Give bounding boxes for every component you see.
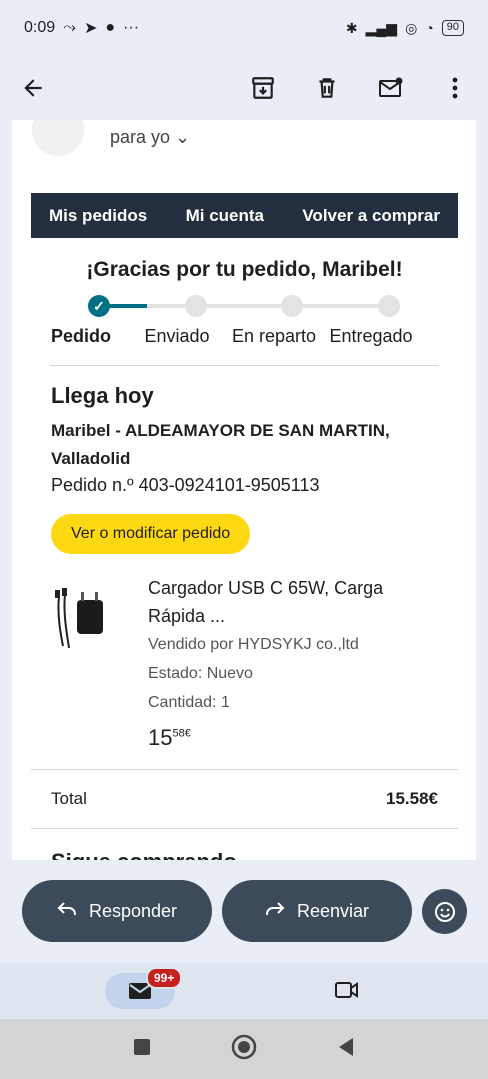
nav-buy-again[interactable]: Volver a comprar (302, 206, 440, 226)
app-bar (0, 56, 488, 120)
recipient-label[interactable]: para yo ⌄ (110, 127, 190, 148)
item-title-line-1: Cargador USB C 65W, Carga (148, 578, 384, 598)
arrival-section: Llega hoy Maribel - ALDEAMAYOR DE SAN MA… (31, 383, 458, 554)
forward-icon (265, 901, 285, 922)
item-price: 1558€ (148, 725, 438, 751)
reply-icon (57, 901, 77, 922)
emoji-reaction-icon[interactable] (422, 889, 467, 934)
step-label-shipped: Enviado (144, 326, 210, 346)
price-fraction: 58€ (172, 727, 191, 740)
video-camera-icon (335, 982, 358, 998)
step-label-delivered: Entregado (329, 326, 413, 346)
missed-call-icon: ⤳ (63, 19, 76, 36)
system-back-icon[interactable] (337, 1037, 355, 1062)
more-notifications-icon: ··· (123, 19, 140, 36)
divider (50, 365, 439, 366)
total-value: 15.58€ (386, 789, 438, 808)
order-progress: ✓ (31, 294, 458, 318)
nav-my-account[interactable]: Mi cuenta (186, 206, 264, 226)
amazon-nav-bar: Mis pedidos Mi cuenta Volver a comprar (31, 193, 458, 238)
delete-icon[interactable] (314, 75, 340, 101)
meet-tab[interactable] (334, 980, 360, 1005)
step-label-out-for-delivery: En reparto (231, 326, 317, 346)
reply-bar: Responder Reenviar (0, 860, 488, 963)
archive-icon[interactable] (250, 75, 276, 101)
nav-my-orders[interactable]: Mis pedidos (49, 206, 147, 226)
total-label: Total (51, 789, 87, 808)
product-image[interactable] (51, 586, 111, 666)
progress-steps: Pedido Enviado En reparto Entregado (31, 326, 458, 347)
signal-icon: ▂▄▆ (365, 19, 398, 36)
item-condition: Estado: Nuevo (148, 665, 253, 682)
email-body: para yo ⌄ Mis pedidos Mi cuenta Volver a… (12, 120, 476, 860)
navigation-arrow-icon: ➤ (83, 20, 98, 37)
shipping-address: Maribel - ALDEAMAYOR DE SAN MARTIN, Vall… (51, 417, 438, 473)
sender-row: para yo ⌄ (32, 120, 190, 156)
arrival-heading: Llega hoy (51, 383, 154, 408)
item-title-line-2: Rápida ... (148, 606, 226, 626)
wifi-icon: ◔ (425, 20, 434, 36)
total-row: Total 15.58€ (31, 769, 458, 829)
facebook-icon: ● (105, 19, 116, 36)
home-icon[interactable] (231, 1034, 257, 1065)
forward-button[interactable]: Reenviar (222, 880, 412, 942)
item-title[interactable]: Cargador USB C 65W, Carga Rápida ... (148, 574, 438, 630)
status-time: 0:09 (24, 19, 56, 36)
more-options-icon[interactable] (442, 75, 468, 101)
item-info: Cargador USB C 65W, Carga Rápida ... Ven… (148, 574, 438, 751)
mark-unread-icon[interactable] (378, 75, 404, 101)
step-check-icon: ✓ (88, 295, 110, 317)
hotspot-icon: ◎ (405, 19, 418, 36)
system-navigation (0, 1019, 488, 1079)
item-quantity: Cantidad: 1 (148, 694, 230, 711)
sender-avatar[interactable] (32, 120, 84, 156)
bluetooth-icon: ✱ (345, 19, 358, 36)
step-dot-shipped (185, 295, 207, 317)
unread-badge: 99+ (146, 967, 183, 989)
back-arrow-icon[interactable] (20, 75, 46, 101)
bottom-navigation: 99+ (0, 963, 488, 1019)
address-line-2: Valladolid (51, 449, 131, 468)
recipient-text: para yo (110, 126, 171, 147)
forward-label: Reenviar (296, 900, 370, 921)
step-label-ordered: Pedido (50, 326, 111, 346)
reply-label: Responder (88, 900, 178, 921)
battery-indicator: 90 (441, 20, 464, 36)
order-number: Pedido n.º 403-0924101-9505113 (51, 475, 320, 495)
reply-button[interactable]: Responder (22, 880, 212, 942)
step-dot-delivery (281, 295, 303, 317)
order-email-card: Mis pedidos Mi cuenta Volver a comprar ¡… (31, 193, 458, 860)
order-item: Cargador USB C 65W, Carga Rápida ... Ven… (31, 574, 458, 751)
item-seller: Vendido por HYDSYKJ co.,ltd (148, 636, 359, 653)
keep-shopping-heading: Sigue comprando (31, 849, 458, 860)
step-dot-delivered (378, 295, 400, 317)
thanks-heading: ¡Gracias por tu pedido, Maribel! (86, 258, 403, 281)
status-bar: 0:09 ⤳ ➤ ● ··· ✱ ▂▄▆ ◎ ◔ 90 (0, 0, 488, 56)
recent-apps-icon[interactable] (133, 1038, 151, 1061)
view-modify-order-button[interactable]: Ver o modificar pedido (51, 514, 251, 554)
price-whole: 15 (148, 725, 173, 750)
address-line-1: Maribel - ALDEAMAYOR DE SAN MARTIN, (51, 421, 390, 440)
